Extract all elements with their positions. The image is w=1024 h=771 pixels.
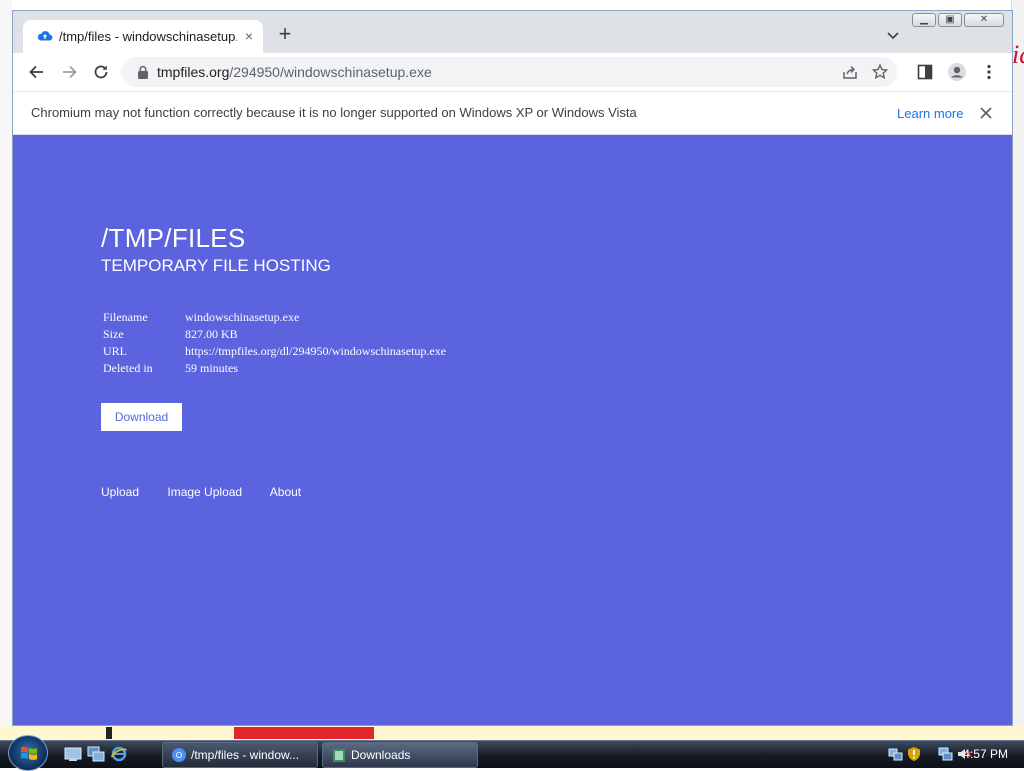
background-fragment-red xyxy=(234,727,374,739)
folder-icon xyxy=(333,749,345,762)
filename-value: windowschinasetup.exe xyxy=(185,310,300,324)
taskbar-button-label: Downloads xyxy=(351,748,411,762)
browser-window: /tmp/files - windowschinasetup.exe × + ▁… xyxy=(12,10,1013,726)
taskbar: /tmp/files - window... Downloads 4:57 PM xyxy=(0,735,1024,771)
show-desktop-icon[interactable] xyxy=(64,746,82,762)
image-upload-link[interactable]: Image Upload xyxy=(167,485,242,499)
background-window-fragment: ia xyxy=(1012,40,1024,69)
switch-windows-icon[interactable] xyxy=(87,746,105,762)
upload-link[interactable]: Upload xyxy=(101,485,139,499)
cloud-upload-icon xyxy=(37,31,53,41)
page-content: /TMP/FILES TEMPORARY FILE HOSTING Filena… xyxy=(13,135,1012,725)
deleted-in-label: Deleted in xyxy=(103,361,153,375)
forward-arrow-icon[interactable] xyxy=(59,62,79,82)
tab-active[interactable]: /tmp/files - windowschinasetup.exe × xyxy=(23,20,263,53)
new-tab-plus-icon[interactable]: + xyxy=(275,23,295,45)
tab-title: /tmp/files - windowschinasetup.exe xyxy=(59,29,237,44)
desktop-left-edge xyxy=(0,0,12,740)
taskbar-button-browser[interactable]: /tmp/files - window... xyxy=(162,742,318,768)
footer-nav: Upload Image Upload About xyxy=(101,485,326,499)
reload-icon[interactable] xyxy=(91,62,111,82)
network-status-icon[interactable] xyxy=(938,746,954,762)
site-title: /TMP/FILES xyxy=(101,223,246,253)
side-panel-icon[interactable] xyxy=(915,62,935,82)
tab-close-icon[interactable]: × xyxy=(241,28,257,44)
file-info-table: Filename windowschinasetup.exe Size 827.… xyxy=(103,309,446,377)
url-label: URL xyxy=(103,344,127,358)
tab-search-chevron-icon[interactable] xyxy=(885,27,901,43)
internet-explorer-icon[interactable] xyxy=(110,746,128,762)
unsupported-os-infobar: Chromium may not function correctly beca… xyxy=(13,91,1012,135)
size-value: 827.00 KB xyxy=(185,327,238,341)
bookmark-star-icon[interactable] xyxy=(871,63,889,81)
url-text[interactable]: tmpfiles.org/294950/windowschinasetup.ex… xyxy=(157,64,432,80)
taskbar-button-label: /tmp/files - window... xyxy=(191,748,300,762)
system-tray: 4:57 PM xyxy=(868,741,1024,769)
maximize-button[interactable]: ▣ xyxy=(938,13,962,27)
share-icon[interactable] xyxy=(841,63,859,81)
browser-toolbar: tmpfiles.org/294950/windowschinasetup.ex… xyxy=(13,53,1012,91)
table-row: Size 827.00 KB xyxy=(103,326,446,343)
chromium-icon xyxy=(172,748,186,762)
maximize-icon: ▣ xyxy=(945,14,955,25)
url-value: https://tmpfiles.org/dl/294950/windowsch… xyxy=(185,344,447,358)
profile-avatar-icon[interactable] xyxy=(947,62,967,82)
taskbar-button-downloads[interactable]: Downloads xyxy=(322,742,478,768)
background-fragment-dark xyxy=(106,727,112,739)
table-row: Deleted in 59 minutes xyxy=(103,360,446,377)
infobar-message: Chromium may not function correctly beca… xyxy=(31,105,637,120)
taskbar-clock: 4:57 PM xyxy=(963,747,1008,761)
deleted-in-value: 59 minutes xyxy=(185,361,238,375)
learn-more-link[interactable]: Learn more xyxy=(897,106,963,121)
filename-label: Filename xyxy=(103,310,148,324)
windows-logo-icon xyxy=(21,746,37,760)
address-bar[interactable]: tmpfiles.org/294950/windowschinasetup.ex… xyxy=(121,57,897,87)
start-button[interactable] xyxy=(8,735,48,771)
close-icon: ✕ xyxy=(979,14,989,25)
minimize-button[interactable]: ▁ xyxy=(912,13,936,27)
menu-kebab-icon[interactable] xyxy=(979,62,999,82)
back-arrow-icon[interactable] xyxy=(27,62,47,82)
table-row: URL https://tmpfiles.org/dl/294950/windo… xyxy=(103,343,446,360)
security-alert-icon[interactable] xyxy=(906,746,922,762)
tab-strip: /tmp/files - windowschinasetup.exe × + ▁… xyxy=(13,11,1012,53)
window-controls: ▁ ▣ ✕ xyxy=(912,13,1004,29)
download-button[interactable]: Download xyxy=(101,403,182,431)
table-row: Filename windowschinasetup.exe xyxy=(103,309,446,326)
close-icon[interactable] xyxy=(977,104,995,122)
size-label: Size xyxy=(103,327,124,341)
background-window-bottom xyxy=(0,726,1024,740)
minimize-icon: ▁ xyxy=(920,14,928,25)
about-link[interactable]: About xyxy=(270,485,301,499)
network-icon[interactable] xyxy=(888,746,904,762)
site-subtitle: TEMPORARY FILE HOSTING xyxy=(101,256,331,275)
lock-icon[interactable] xyxy=(137,65,149,79)
url-path: /294950/windowschinasetup.exe xyxy=(229,64,432,80)
url-host: tmpfiles.org xyxy=(157,64,230,80)
close-window-button[interactable]: ✕ xyxy=(964,13,1004,27)
